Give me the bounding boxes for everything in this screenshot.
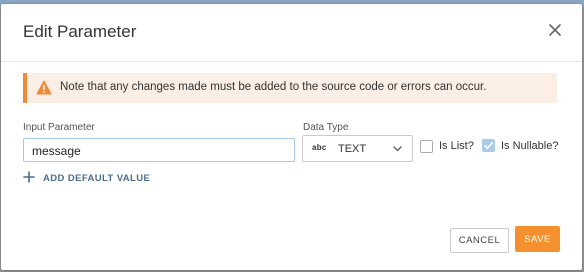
edit-parameter-dialog: Edit Parameter Note that any changes mad… [1,4,582,270]
warning-icon [36,80,52,95]
data-type-select[interactable]: abc TEXT [302,135,413,162]
is-list-label: Is List? [439,140,474,152]
warning-alert: Note that any changes made must be added… [23,73,557,103]
save-button[interactable]: SAVE [515,226,560,252]
input-parameter-value: message [32,144,81,158]
data-type-value: TEXT [338,143,367,155]
close-button[interactable] [544,19,566,41]
data-type-label: Data Type [303,122,349,133]
is-nullable-checkbox[interactable] [482,139,495,152]
alert-text: Note that any changes made must be added… [60,81,487,93]
text-type-icon: abc [312,143,327,152]
add-default-value-label: ADD DEFAULT VALUE [43,173,151,184]
dialog-title: Edit Parameter [23,22,137,41]
close-icon [549,24,561,36]
input-parameter-label: Input Parameter [23,122,95,133]
chevron-down-icon [393,146,402,152]
checkmark-icon [484,142,493,150]
is-nullable-label: Is Nullable? [501,140,559,152]
cancel-button[interactable]: CANCEL [450,228,509,253]
is-list-checkbox[interactable] [420,140,433,153]
dialog-header: Edit Parameter [1,4,582,62]
plus-icon [23,171,35,183]
input-parameter-field[interactable]: message [23,138,295,162]
